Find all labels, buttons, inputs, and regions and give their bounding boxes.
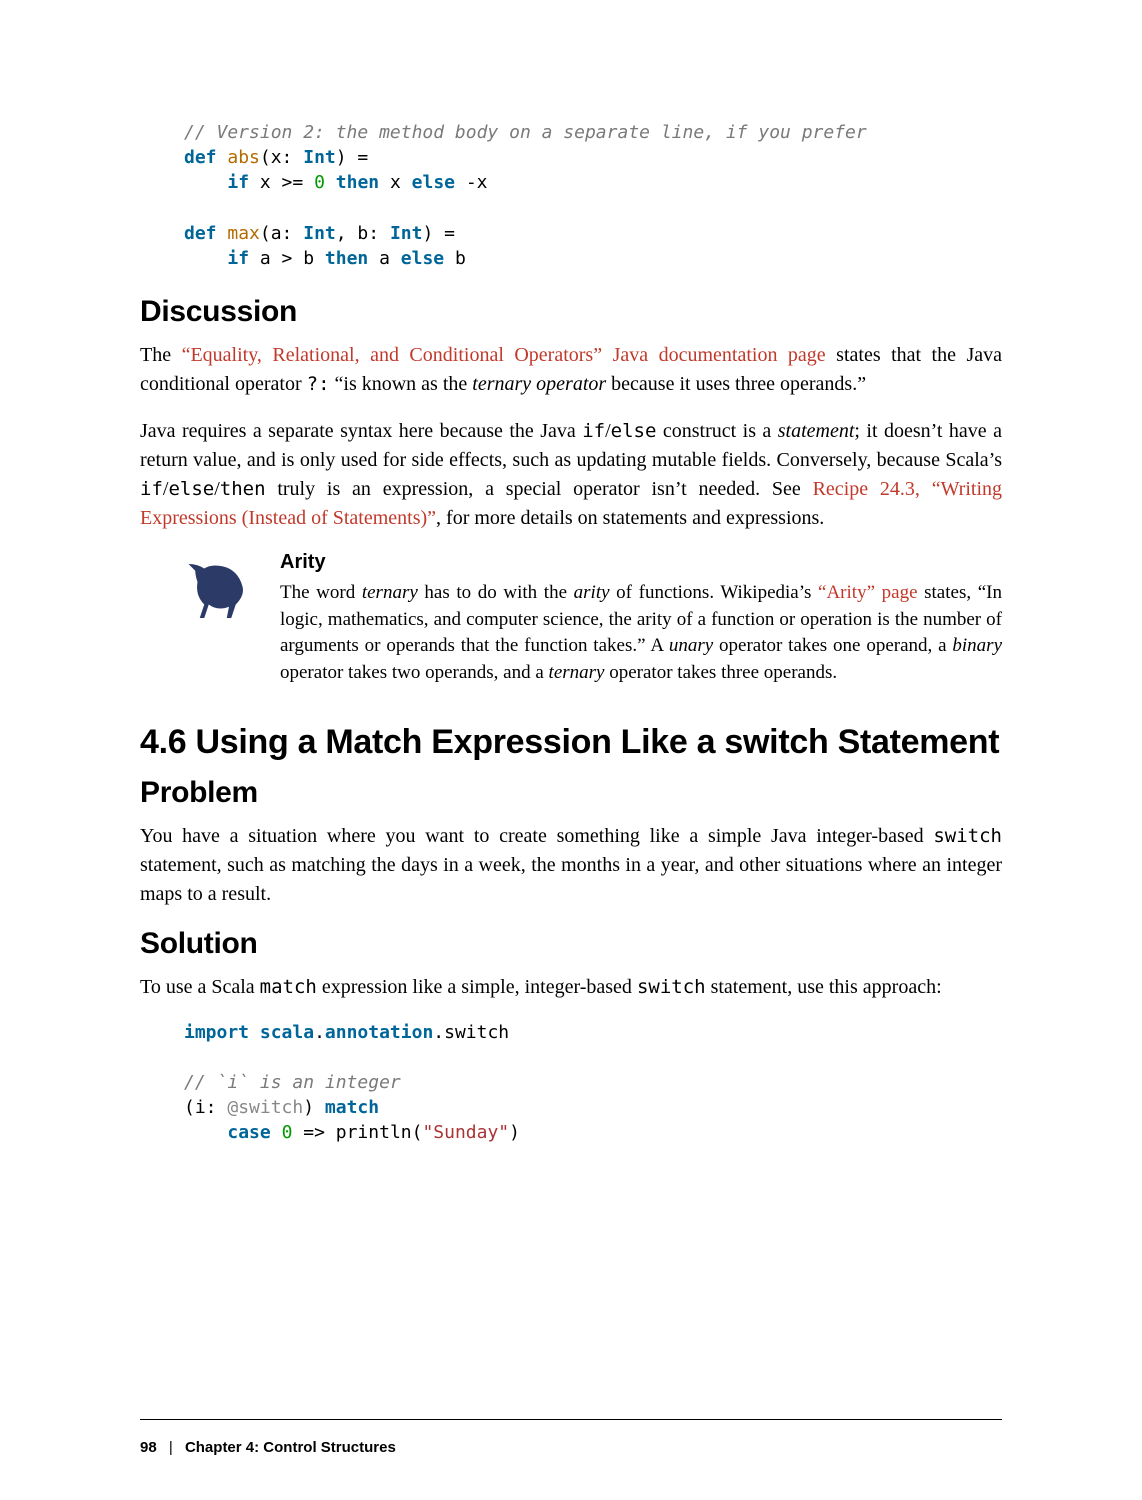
discussion-paragraph-2: Java requires a separate syntax here bec… xyxy=(140,417,1002,533)
discussion-paragraph-1: The “Equality, Relational, and Condition… xyxy=(140,341,1002,399)
heading-solution: Solution xyxy=(140,927,1002,961)
code-comment: // Version 2: the method body on a separ… xyxy=(184,122,867,143)
crow-icon xyxy=(184,551,256,692)
problem-paragraph: You have a situation where you want to c… xyxy=(140,822,1002,909)
solution-paragraph: To use a Scala match expression like a s… xyxy=(140,973,1002,1002)
note-paragraph: The word ternary has to do with the arit… xyxy=(280,580,1002,686)
footer-separator: | xyxy=(169,1439,173,1456)
heading-problem: Problem xyxy=(140,776,1002,810)
link-java-docs[interactable]: “Equality, Relational, and Conditional O… xyxy=(182,344,826,366)
chapter-label: Chapter 4: Control Structures xyxy=(185,1439,396,1456)
link-arity-wikipedia[interactable]: “Arity” page xyxy=(818,582,917,603)
heading-section-4-6: 4.6 Using a Match Expression Like a swit… xyxy=(140,723,1002,762)
heading-discussion: Discussion xyxy=(140,295,1002,329)
note-body: Arity The word ternary has to do with th… xyxy=(280,551,1002,692)
note-title: Arity xyxy=(280,551,1002,574)
note-arity: Arity The word ternary has to do with th… xyxy=(184,551,1002,692)
code-block-1: // Version 2: the method body on a separ… xyxy=(184,120,1002,271)
page-number: 98 xyxy=(140,1439,157,1456)
footer-rule xyxy=(140,1419,1002,1420)
page: // Version 2: the method body on a separ… xyxy=(0,0,1142,1500)
code-block-2: import scala.annotation.switch // `i` is… xyxy=(184,1020,1002,1146)
page-footer: 98 | Chapter 4: Control Structures xyxy=(140,1439,1002,1456)
